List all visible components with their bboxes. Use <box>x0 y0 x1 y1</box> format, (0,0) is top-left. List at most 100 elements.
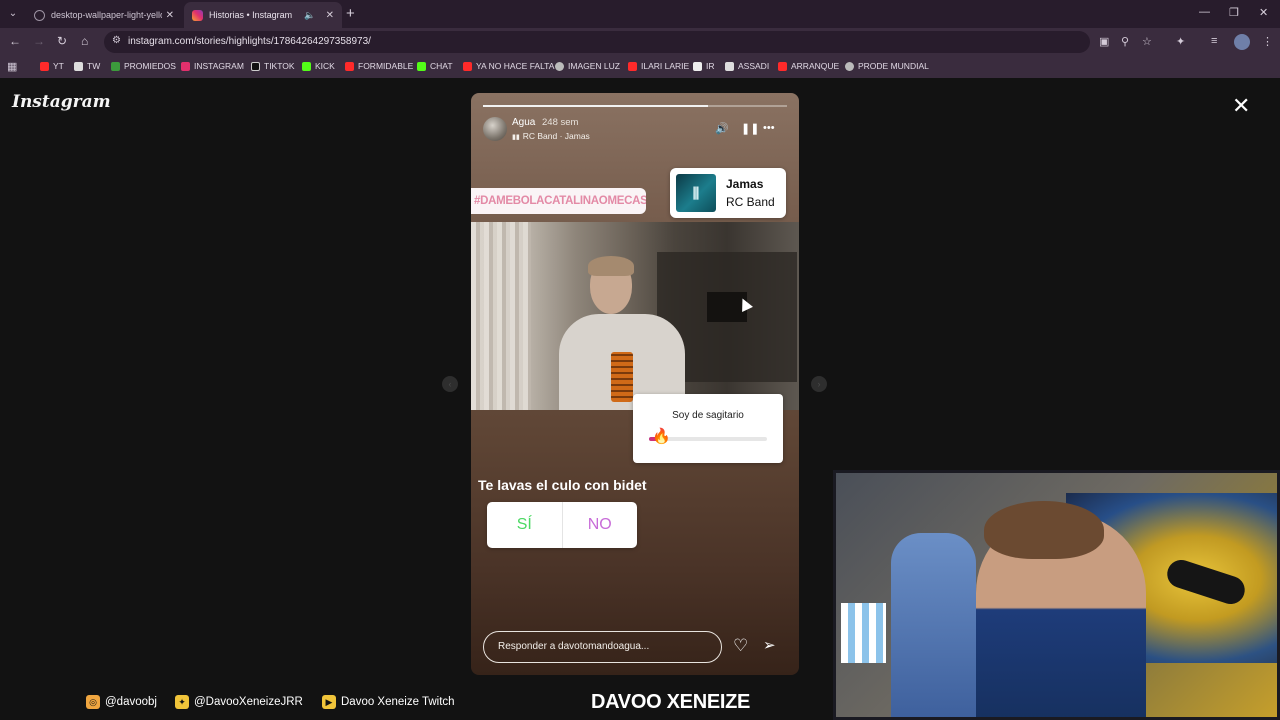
close-window-icon[interactable]: ✕ <box>1259 6 1268 19</box>
promiedos-icon <box>111 61 120 71</box>
mk-icon <box>693 61 702 71</box>
bookmark-ir[interactable]: IR <box>693 61 715 71</box>
bookmark-yt[interactable]: YT <box>40 61 64 71</box>
story-photo <box>471 222 799 410</box>
bookmark-prode-mundial[interactable]: PRODE MUNDIAL <box>845 61 929 71</box>
bookmark-ilari-larie[interactable]: ILARI LARIE <box>628 61 689 71</box>
bookmark-tw[interactable]: TW <box>74 61 100 71</box>
fire-emoji-icon[interactable]: 🔥 <box>652 429 671 445</box>
close-story-icon[interactable]: ✕ <box>1232 95 1250 117</box>
bookmark-label: IMAGEN LUZ <box>568 61 620 71</box>
tab-search-icon[interactable]: ⌄ <box>5 6 21 22</box>
bookmark-chat[interactable]: CHAT <box>417 61 453 71</box>
bookmark-label: YA NO HACE FALTA <box>476 61 555 71</box>
globe-icon <box>555 61 564 71</box>
story-username[interactable]: Agua <box>512 117 535 128</box>
jersey <box>841 603 886 663</box>
reload-icon[interactable]: ↻ <box>57 34 67 48</box>
footer-instagram: ◎ @davoobj <box>86 695 157 709</box>
music-bars-icon: ▮▮ <box>512 134 520 141</box>
reply-input[interactable]: Responder a davotomandoagua... <box>483 631 722 663</box>
poll-sticker: SÍ NO <box>487 502 637 548</box>
url-text: instagram.com/stories/highlights/1786426… <box>128 36 371 47</box>
back-icon[interactable]: ← <box>9 34 21 48</box>
story-music[interactable]: ▮▮ RC Band · Jamas <box>512 131 590 141</box>
globe-icon <box>34 9 45 21</box>
close-tab-icon[interactable]: ✕ <box>326 10 334 21</box>
new-tab-button[interactable]: + <box>346 5 355 22</box>
send-icon[interactable]: ➢ <box>763 637 776 655</box>
poll-question: Te lavas el culo con bidet <box>478 477 647 493</box>
home-icon[interactable]: ⌂ <box>81 34 88 48</box>
poll-no-button[interactable]: NO <box>563 502 638 548</box>
poll-yes-button[interactable]: SÍ <box>487 502 563 548</box>
album-cover: ⫼ <box>676 174 716 212</box>
youtube-icon <box>778 61 787 71</box>
restore-icon[interactable]: ❐ <box>1229 6 1239 19</box>
webcam-overlay <box>833 470 1280 720</box>
install-app-icon[interactable]: ▣ <box>1099 35 1109 48</box>
site-info-icon[interactable]: ⚙ <box>112 35 121 46</box>
instagram-logo[interactable]: Instagram <box>12 92 111 112</box>
bookmark-ya-no-hace-falta[interactable]: YA NO HACE FALTA <box>463 61 554 71</box>
bookmark-label: CHAT <box>430 61 453 71</box>
bookmark-instagram[interactable]: INSTAGRAM <box>181 61 244 71</box>
speaker-icon[interactable]: 🔈 <box>304 10 315 21</box>
bookmark-label: YT <box>53 61 64 71</box>
story-time: 248 sem <box>542 117 579 128</box>
hashtag-sticker[interactable]: #DAMEBOLACATALINAOMECASTRO <box>471 188 646 214</box>
bookmark-label: FORMIDABLE <box>358 61 414 71</box>
instagram-icon <box>192 9 203 21</box>
tab-wallpaper[interactable]: desktop-wallpaper-light-yellow... ✕ <box>26 2 182 28</box>
bookmark-arranque[interactable]: ARRANQUE <box>778 61 839 71</box>
bookmark-label: IR <box>706 61 715 71</box>
close-tab-icon[interactable]: ✕ <box>166 10 174 21</box>
extensions-icon[interactable]: ✦ <box>1176 35 1185 48</box>
story-viewer[interactable]: Agua 248 sem ▮▮ RC Band · Jamas 🔊 ❚❚ ••• … <box>471 93 799 675</box>
next-story-icon[interactable]: › <box>811 376 827 392</box>
poster <box>891 533 976 717</box>
bookmark-label: INSTAGRAM <box>194 61 244 71</box>
browser-tab-bar: ⌄ desktop-wallpaper-light-yellow... ✕ Hi… <box>0 0 1280 28</box>
curtain <box>471 222 531 410</box>
bookmark-promiedos[interactable]: PROMIEDOS <box>111 61 176 71</box>
zoom-icon[interactable]: ⚲ <box>1121 35 1129 48</box>
emoji-slider-sticker[interactable]: Soy de sagitario 🔥 <box>633 394 783 463</box>
bookmark-label: ILARI LARIE <box>641 61 690 71</box>
avatar[interactable] <box>483 117 507 141</box>
bookmark-tiktok[interactable]: TIKTOK <box>251 61 295 71</box>
bookmark-formidable[interactable]: FORMIDABLE <box>345 61 413 71</box>
tab-instagram[interactable]: Historias • Instagram 🔈 ✕ <box>184 2 342 28</box>
person-hair <box>588 256 634 276</box>
previous-story-icon[interactable]: ‹ <box>442 376 458 392</box>
twitter-icon: ✦ <box>175 695 189 709</box>
menu-icon[interactable]: ⋮ <box>1262 35 1273 48</box>
forward-icon[interactable]: → <box>33 34 45 48</box>
instagram-icon <box>181 61 190 71</box>
more-options-icon[interactable]: ••• <box>763 122 775 134</box>
media-control-icon[interactable]: ≡ <box>1211 35 1217 47</box>
youtube-icon <box>463 61 472 71</box>
heart-icon[interactable]: ♡ <box>733 637 748 655</box>
bookmark-assadi[interactable]: ASSADI <box>725 61 769 71</box>
minimize-icon[interactable]: — <box>1199 6 1210 18</box>
streamer-hair <box>984 501 1104 559</box>
kick-icon <box>302 61 311 71</box>
bookmark-imagen-luz[interactable]: IMAGEN LUZ <box>555 61 620 71</box>
bookmark-label: PROMIEDOS <box>124 61 176 71</box>
volume-icon[interactable]: 🔊 <box>715 122 729 135</box>
youtube-icon <box>40 61 49 71</box>
apps-grid-icon[interactable]: ▦ <box>7 60 17 73</box>
x-icon <box>74 61 83 71</box>
address-bar[interactable]: ⚙ instagram.com/stories/highlights/17864… <box>104 31 1090 53</box>
profile-avatar[interactable] <box>1234 34 1250 50</box>
stream-brand: DAVOO XENEIZE <box>591 691 751 713</box>
story-progress-bar <box>483 105 787 107</box>
footer-youtube: ▶ Davoo Xeneize Twitch <box>322 695 455 709</box>
music-sticker[interactable]: ⫼ Jamas RC Band <box>670 168 786 218</box>
pause-icon[interactable]: ❚❚ <box>741 122 759 135</box>
tab-title: Historias • Instagram <box>209 10 293 20</box>
bookmark-star-icon[interactable]: ☆ <box>1142 35 1152 48</box>
bookmark-kick[interactable]: KICK <box>302 61 335 71</box>
bookmark-label: PRODE MUNDIAL <box>858 61 929 71</box>
